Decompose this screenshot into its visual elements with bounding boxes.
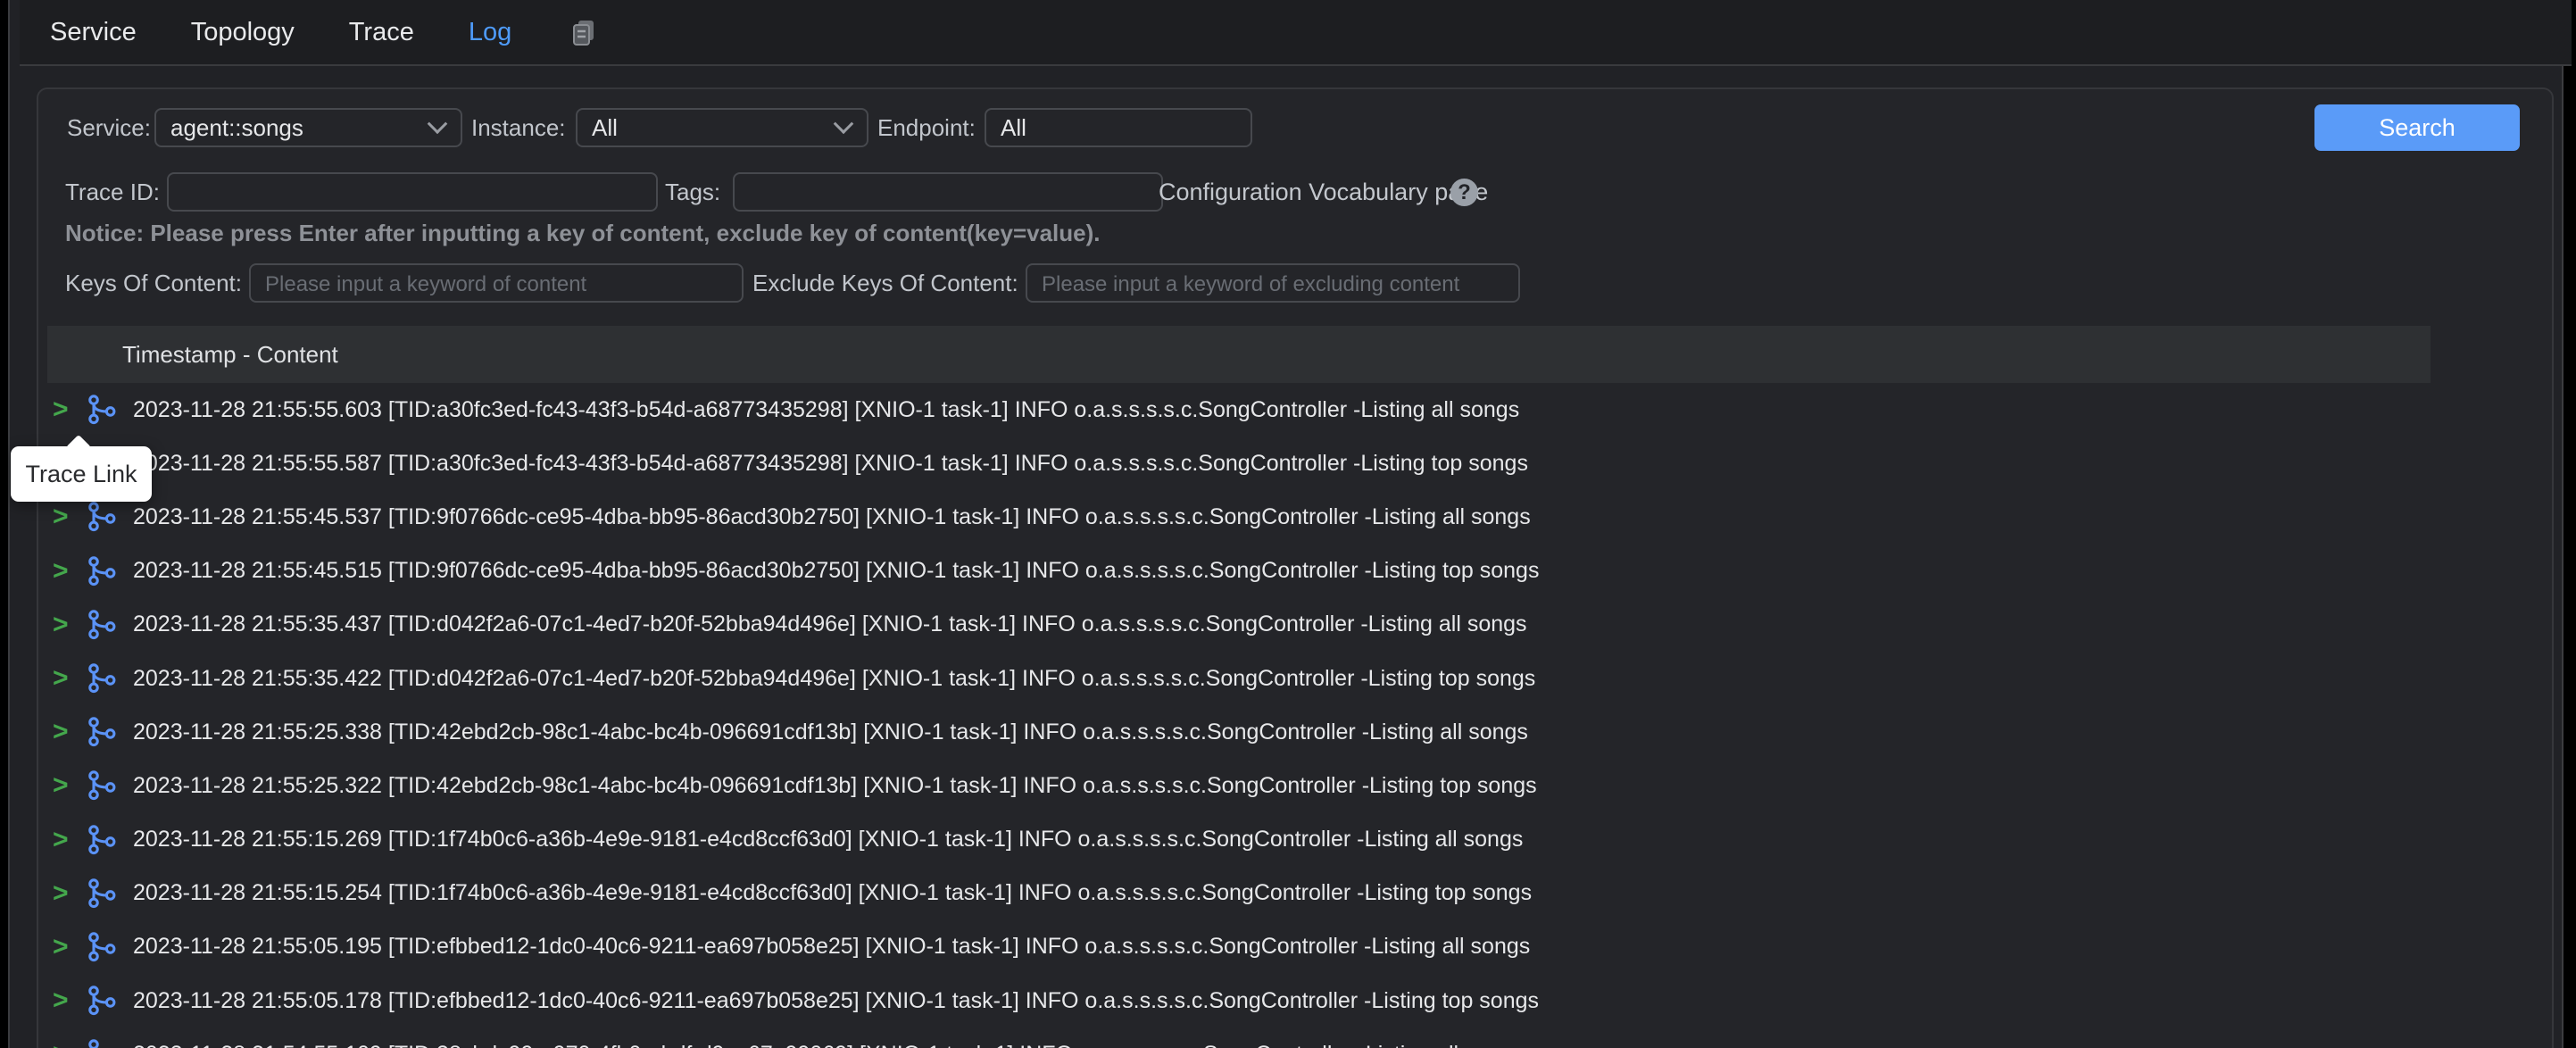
- trace-link-tooltip: Trace Link: [11, 446, 152, 502]
- expand-chevron-icon[interactable]: >: [53, 503, 76, 530]
- instance-label: Instance:: [471, 104, 566, 151]
- log-row-text: 2023-11-28 21:55:15.269 [TID:1f74b0c6-a3…: [133, 827, 1523, 853]
- expand-chevron-icon[interactable]: >: [53, 396, 76, 423]
- expand-chevron-icon[interactable]: >: [53, 1041, 76, 1048]
- chevron-down-icon: [428, 113, 448, 134]
- help-question-icon[interactable]: ?: [1450, 179, 1478, 206]
- trace-id-input[interactable]: [167, 172, 658, 212]
- log-panel: Service: agent::songs Instance: All Endp…: [37, 87, 2554, 1048]
- trace-link-icon[interactable]: [87, 501, 117, 533]
- table-header-label: Timestamp - Content: [122, 341, 338, 369]
- log-row-text: 2023-11-28 21:55:05.178 [TID:efbbed12-1d…: [133, 988, 1539, 1014]
- endpoint-input[interactable]: [985, 108, 1252, 147]
- trace-link-icon[interactable]: [87, 609, 117, 641]
- trace-link-icon[interactable]: [87, 931, 117, 963]
- log-row: > 2023-11-28 21:55:05.178 [TID:efbbed12-…: [47, 974, 2547, 1027]
- notice-text: Notice: Please press Enter after inputti…: [65, 220, 1101, 247]
- log-row-text: 2023-11-28 21:55:35.422 [TID:d042f2a6-07…: [133, 666, 1535, 692]
- top-navigation: Service Topology Trace Log: [20, 0, 2572, 66]
- nav-trace[interactable]: Trace: [349, 18, 414, 47]
- trace-link-icon[interactable]: [87, 1038, 117, 1048]
- app-window: Service Topology Trace Log Service: agen…: [8, 0, 2564, 1048]
- trace-link-icon[interactable]: [87, 877, 117, 910]
- log-row-text: 2023-11-28 21:55:15.254 [TID:1f74b0c6-a3…: [133, 880, 1532, 906]
- tags-label: Tags:: [665, 169, 720, 215]
- log-rows-list: > 2023-11-28 21:55:55.603 [TID:a30fc3ed-…: [47, 383, 2547, 1048]
- trace-link-icon[interactable]: [87, 662, 117, 695]
- search-button[interactable]: Search: [2314, 104, 2520, 151]
- expand-chevron-icon[interactable]: >: [53, 611, 76, 638]
- table-header: Timestamp - Content: [47, 326, 2431, 383]
- log-row: > 2023-11-28 21:55:35.422 [TID:d042f2a6-…: [47, 652, 2547, 705]
- log-row: > 2023-11-28 21:55:45.537 [TID:9f0766dc-…: [47, 490, 2547, 544]
- keys-of-content-label: Keys Of Content:: [65, 260, 242, 306]
- instance-select[interactable]: All: [576, 108, 868, 147]
- nav-topology[interactable]: Topology: [191, 18, 295, 47]
- configuration-vocabulary-link[interactable]: Configuration Vocabulary page: [1159, 169, 1488, 215]
- nav-log[interactable]: Log: [469, 18, 511, 47]
- expand-chevron-icon[interactable]: >: [53, 827, 76, 853]
- expand-chevron-icon[interactable]: >: [53, 772, 76, 799]
- expand-chevron-icon[interactable]: >: [53, 719, 76, 745]
- tooltip-label: Trace Link: [25, 461, 137, 488]
- tags-input[interactable]: [733, 172, 1163, 212]
- endpoint-label: Endpoint:: [877, 104, 976, 151]
- trace-link-icon[interactable]: [87, 394, 117, 426]
- log-row: > 2023-11-28 21:55:55.587 [TID:a30fc3ed-…: [47, 437, 2547, 490]
- log-row-text: 2023-11-28 21:55:25.338 [TID:42ebd2cb-98…: [133, 719, 1528, 745]
- log-row: > 2023-11-28 21:54:55.109 [TID:38cbdc99-…: [47, 1027, 2547, 1048]
- trace-id-label: Trace ID:: [65, 169, 160, 215]
- expand-chevron-icon[interactable]: >: [53, 934, 76, 961]
- log-row: > 2023-11-28 21:55:25.322 [TID:42ebd2cb-…: [47, 759, 2547, 812]
- log-row-text: 2023-11-28 21:55:45.537 [TID:9f0766dc-ce…: [133, 504, 1531, 530]
- keys-of-content-input[interactable]: [249, 263, 744, 303]
- service-label: Service:: [67, 104, 151, 151]
- log-row-text: 2023-11-28 21:55:35.437 [TID:d042f2a6-07…: [133, 611, 1527, 637]
- log-row-text: 2023-11-28 21:55:05.195 [TID:efbbed12-1d…: [133, 934, 1530, 960]
- log-row: > 2023-11-28 21:55:15.254 [TID:1f74b0c6-…: [47, 867, 2547, 920]
- nav-service[interactable]: Service: [50, 18, 137, 47]
- log-row: > 2023-11-28 21:55:45.515 [TID:9f0766dc-…: [47, 545, 2547, 598]
- service-select[interactable]: agent::songs: [154, 108, 462, 147]
- trace-link-icon[interactable]: [87, 555, 117, 587]
- expand-chevron-icon[interactable]: >: [53, 665, 76, 692]
- log-row-text: 2023-11-28 21:55:25.322 [TID:42ebd2cb-98…: [133, 773, 1537, 799]
- log-row: > 2023-11-28 21:55:25.338 [TID:42ebd2cb-…: [47, 705, 2547, 759]
- screen: Service Topology Trace Log Service: agen…: [0, 0, 2576, 1048]
- trace-link-icon[interactable]: [87, 985, 117, 1017]
- expand-chevron-icon[interactable]: >: [53, 558, 76, 585]
- log-row-text: 2023-11-28 21:55:55.587 [TID:a30fc3ed-fc…: [133, 451, 1528, 477]
- log-row: > 2023-11-28 21:55:15.269 [TID:1f74b0c6-…: [47, 813, 2547, 867]
- log-row-text: 2023-11-28 21:54:55.109 [TID:38cbdc99-e9…: [133, 1042, 1525, 1048]
- exclude-keys-label: Exclude Keys Of Content:: [752, 260, 1018, 306]
- copy-pages-icon[interactable]: [566, 14, 602, 50]
- instance-select-value: All: [592, 114, 618, 142]
- chevron-down-icon: [834, 113, 854, 134]
- log-row: > 2023-11-28 21:55:35.437 [TID:d042f2a6-…: [47, 598, 2547, 652]
- trace-link-icon[interactable]: [87, 716, 117, 748]
- log-row: > 2023-11-28 21:55:55.603 [TID:a30fc3ed-…: [47, 383, 2547, 437]
- log-row: > 2023-11-28 21:55:05.195 [TID:efbbed12-…: [47, 920, 2547, 974]
- trace-link-icon[interactable]: [87, 824, 117, 856]
- trace-link-icon[interactable]: [87, 769, 117, 802]
- expand-chevron-icon[interactable]: >: [53, 987, 76, 1014]
- expand-chevron-icon[interactable]: >: [53, 880, 76, 907]
- log-row-text: 2023-11-28 21:55:55.603 [TID:a30fc3ed-fc…: [133, 397, 1519, 423]
- log-row-text: 2023-11-28 21:55:45.515 [TID:9f0766dc-ce…: [133, 558, 1539, 584]
- exclude-keys-input[interactable]: [1026, 263, 1520, 303]
- service-select-value: agent::songs: [170, 114, 303, 142]
